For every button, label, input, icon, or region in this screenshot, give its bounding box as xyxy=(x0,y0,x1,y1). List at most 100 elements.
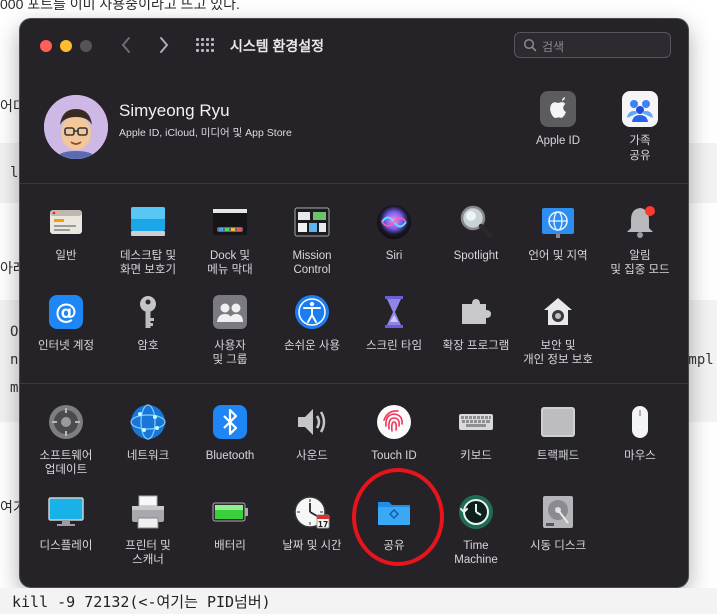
title-bar: 시스템 환경설정 검색 xyxy=(20,19,688,71)
bg-fragment: n xyxy=(10,352,19,368)
bg-bottom-code: kill -9 72132(<-여기는 PID넘버) xyxy=(0,588,717,614)
svg-text:@: @ xyxy=(55,300,77,325)
preferences-section-2: 소프트웨어 업데이트 네트워크 Bluetooth 사운드 Touch ID 키… xyxy=(20,383,688,587)
trackpad-icon xyxy=(540,404,576,440)
pref-label: 프린터 및 스캐너 xyxy=(125,540,171,566)
pref-label: 암호 xyxy=(137,340,159,352)
family-sharing-label: 가족 공유 xyxy=(629,135,651,162)
pref-label: 확장 프로그램 xyxy=(442,340,510,352)
pref-network[interactable]: 네트워크 xyxy=(107,404,189,463)
pref-label: Bluetooth xyxy=(205,450,255,462)
pref-label: 사용자 및 그룹 xyxy=(212,340,248,366)
pref-bluetooth[interactable]: Bluetooth xyxy=(189,404,271,463)
chevron-left-icon xyxy=(121,37,130,53)
pref-users-groups[interactable]: 사용자 및 그룹 xyxy=(189,294,271,367)
pref-passwords[interactable]: 암호 xyxy=(107,294,189,353)
date-time-icon: 17 xyxy=(294,494,330,530)
pref-label: 보안 및 개인 정보 보호 xyxy=(523,340,593,366)
pref-label: 인터넷 계정 xyxy=(37,340,95,352)
battery-icon xyxy=(212,494,248,530)
pref-internet-accounts[interactable]: @ 인터넷 계정 xyxy=(25,294,107,353)
bg-comment-prefix: (<-여기는 xyxy=(129,593,207,611)
pref-printers-scanners[interactable]: 프린터 및 스캐너 xyxy=(107,494,189,567)
pref-siri[interactable]: Siri xyxy=(353,204,435,263)
pref-label: 언어 및 지역 xyxy=(528,250,588,262)
printer-icon xyxy=(130,494,166,530)
search-field[interactable]: 검색 xyxy=(514,32,671,58)
pref-notifications-focus[interactable]: 알림 및 집중 모드 xyxy=(599,204,681,277)
passwords-icon xyxy=(130,294,166,330)
pref-screen-time[interactable]: 스크린 타임 xyxy=(353,294,435,353)
touch-id-icon xyxy=(376,404,412,440)
calendar-day-text: 17 xyxy=(318,520,328,529)
search-placeholder: 검색 xyxy=(542,40,565,54)
pref-label: 데스크탑 및 화면 보호기 xyxy=(119,250,177,276)
pref-label: 키보드 xyxy=(460,450,492,462)
bluetooth-icon xyxy=(212,404,248,440)
highlight-circle-annotation xyxy=(352,468,444,566)
extensions-icon xyxy=(458,294,494,330)
apple-logo-icon xyxy=(540,91,576,127)
pref-language-region[interactable]: 언어 및 지역 xyxy=(517,204,599,263)
pref-label: Touch ID xyxy=(371,450,417,462)
pref-desktop-screensaver[interactable]: 데스크탑 및 화면 보호기 xyxy=(107,204,189,277)
pref-label: 소프트웨어 업데이트 xyxy=(39,450,93,476)
apple-id-label: Apple ID xyxy=(535,135,581,147)
pref-touch-id[interactable]: Touch ID xyxy=(353,404,435,463)
zoom-button[interactable] xyxy=(80,40,92,52)
users-icon xyxy=(212,294,248,330)
pref-label: 배터리 xyxy=(214,540,246,552)
pref-label: Time Machine xyxy=(454,540,498,566)
pref-dock-menubar[interactable]: Dock 및 메뉴 막대 xyxy=(189,204,271,277)
preferences-section-1: 일반 데스크탑 및 화면 보호기 Dock 및 메뉴 막대 Mission Co… xyxy=(20,184,688,384)
pref-battery[interactable]: 배터리 xyxy=(189,494,271,553)
language-icon xyxy=(540,204,576,240)
siri-icon xyxy=(376,204,412,240)
bg-top-text: 000 포트를 이미 사용중이라고 뜨고 있다. xyxy=(0,0,240,12)
pref-accessibility[interactable]: 손쉬운 사용 xyxy=(271,294,353,353)
back-button[interactable] xyxy=(120,35,132,59)
general-icon xyxy=(48,204,84,240)
internet-accounts-icon: @ xyxy=(48,294,84,330)
show-all-grid-icon[interactable] xyxy=(196,38,214,52)
bg-fragment: O xyxy=(10,324,19,340)
pref-software-update[interactable]: 소프트웨어 업데이트 xyxy=(25,404,107,477)
pref-extensions[interactable]: 확장 프로그램 xyxy=(435,294,517,353)
pref-label: 알림 및 집중 모드 xyxy=(610,250,670,276)
pref-trackpad[interactable]: 트랙패드 xyxy=(517,404,599,463)
bg-kill-command: kill -9 72132 xyxy=(12,593,130,611)
pref-general[interactable]: 일반 xyxy=(25,204,107,263)
pref-security-privacy[interactable]: 보안 및 개인 정보 보호 xyxy=(517,294,599,367)
user-subtitle: Apple ID, iCloud, 미디어 및 App Store xyxy=(119,127,292,139)
pref-startup-disk[interactable]: 시동 디스크 xyxy=(517,494,599,553)
close-button[interactable] xyxy=(40,40,52,52)
family-sharing-button[interactable]: 가족 공유 xyxy=(600,91,680,164)
bg-fragment: l xyxy=(10,165,19,181)
forward-button[interactable] xyxy=(158,35,170,59)
apple-id-button[interactable]: Apple ID xyxy=(518,91,598,149)
apple-id-banner: Simyeong Ryu Apple ID, iCloud, 미디어 및 App… xyxy=(20,71,688,184)
memoji-avatar-icon xyxy=(44,95,108,159)
pref-displays[interactable]: 디스플레이 xyxy=(25,494,107,553)
pref-date-time[interactable]: 17 날짜 및 시간 xyxy=(271,494,353,553)
pref-label: 일반 xyxy=(55,250,77,262)
avatar[interactable] xyxy=(44,95,108,159)
pref-time-machine[interactable]: Time Machine xyxy=(435,494,517,567)
pref-spotlight[interactable]: Spotlight xyxy=(435,204,517,263)
pref-label: 날짜 및 시간 xyxy=(282,540,342,552)
notification-icon xyxy=(622,204,658,240)
desktop-icon xyxy=(130,204,166,240)
pref-label: 시동 디스크 xyxy=(529,540,587,552)
pref-label: 네트워크 xyxy=(126,450,170,462)
pref-label: Dock 및 메뉴 막대 xyxy=(207,250,253,276)
network-icon xyxy=(130,404,166,440)
family-sharing-icon xyxy=(622,91,658,127)
pref-keyboard[interactable]: 키보드 xyxy=(435,404,517,463)
dock-icon xyxy=(212,204,248,240)
keyboard-icon xyxy=(458,404,494,440)
pref-mission-control[interactable]: Mission Control xyxy=(271,204,353,277)
software-update-icon xyxy=(48,404,84,440)
pref-mouse[interactable]: 마우스 xyxy=(599,404,681,463)
pref-sound[interactable]: 사운드 xyxy=(271,404,353,463)
minimize-button[interactable] xyxy=(60,40,72,52)
